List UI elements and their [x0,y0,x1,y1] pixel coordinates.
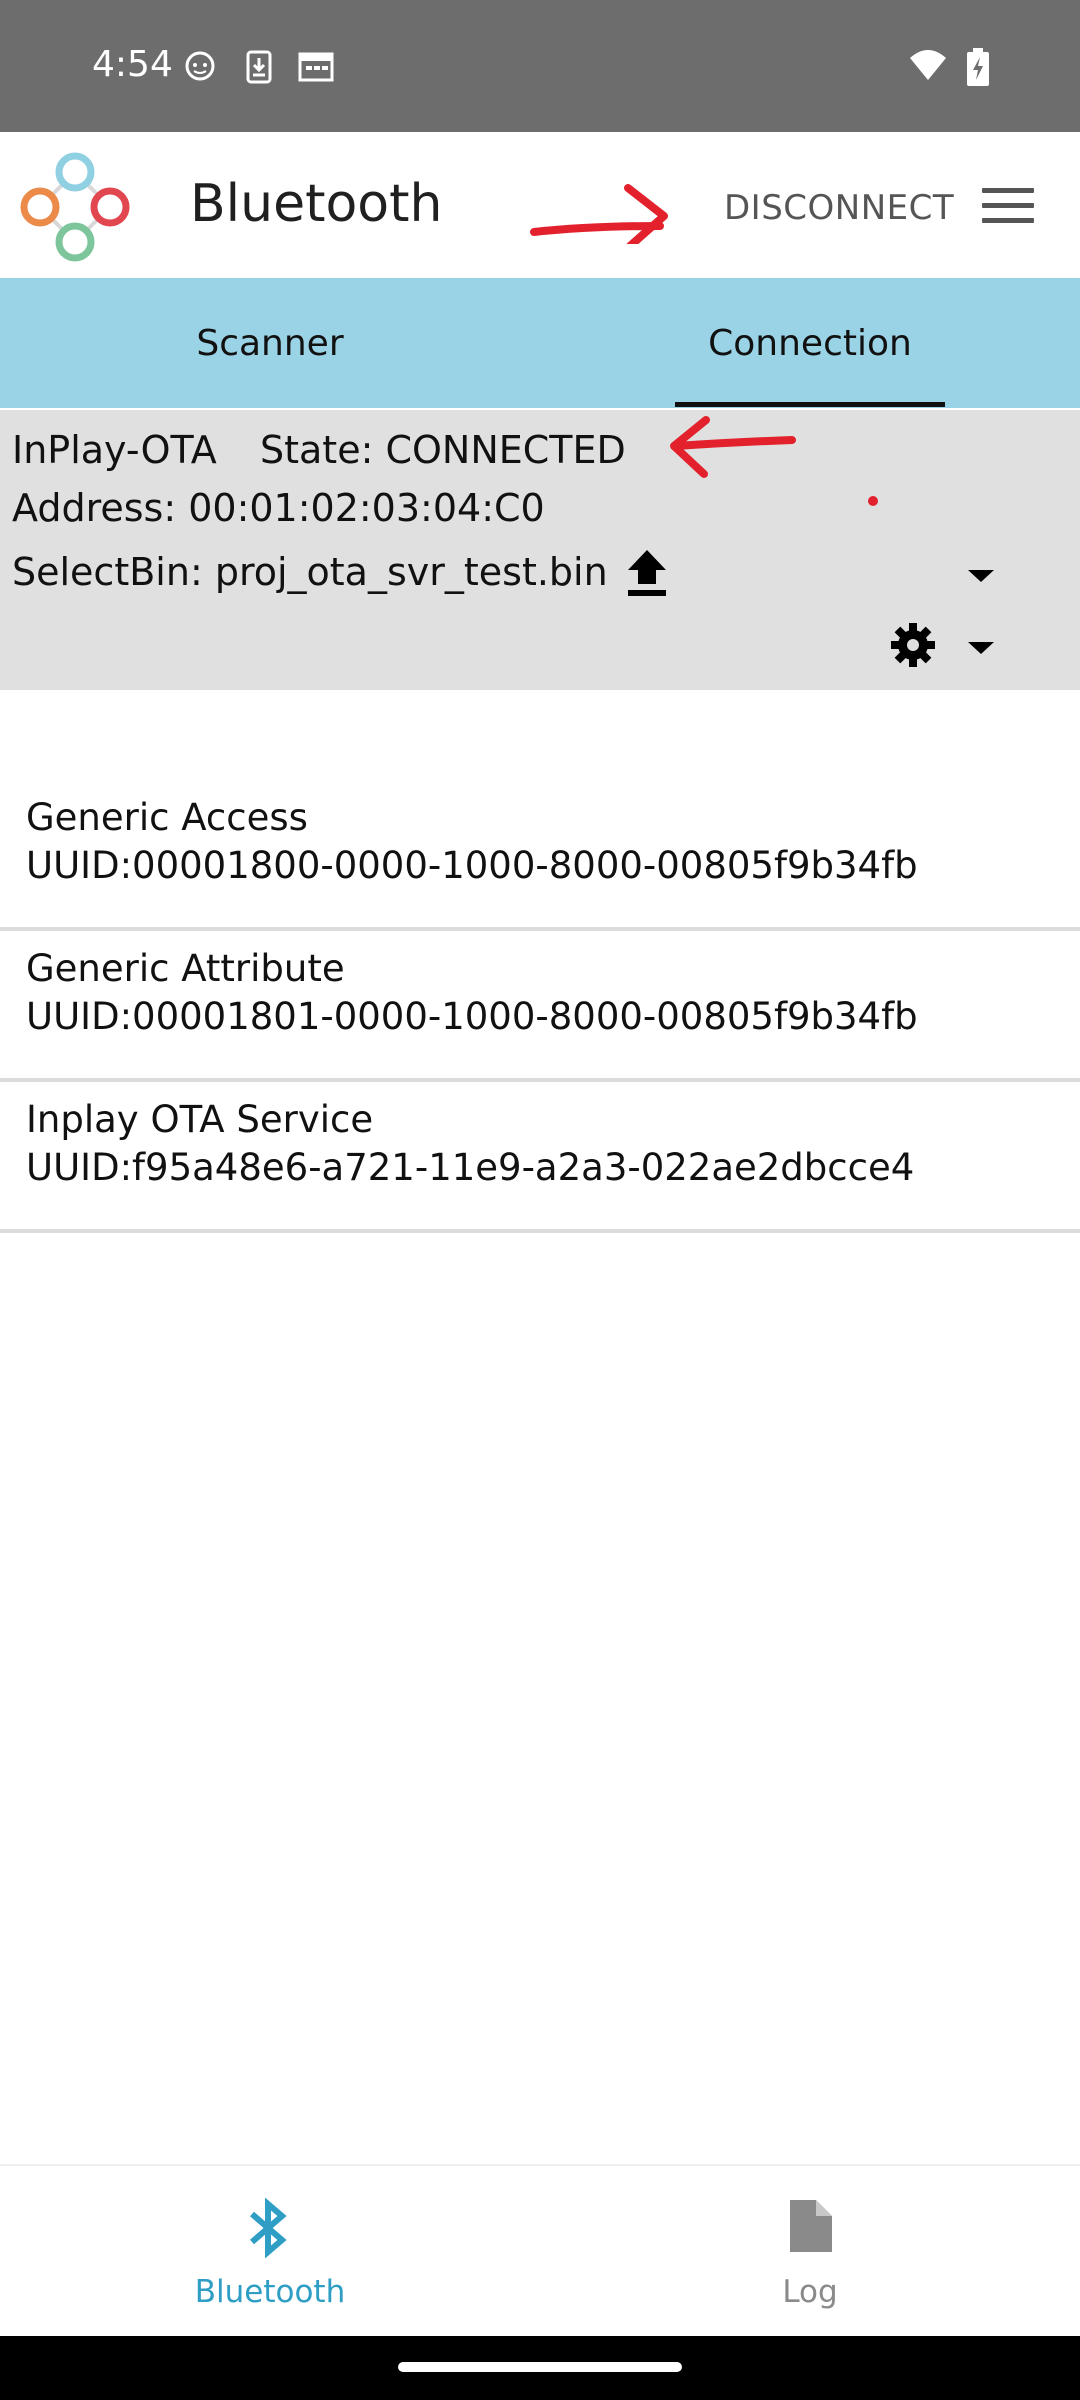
app-title: Bluetooth [190,174,443,234]
bottom-navigation: Bluetooth Log [0,2164,1080,2336]
status-time: 4:54 [92,44,173,85]
nav-item-bluetooth[interactable]: Bluetooth [0,2166,540,2338]
gesture-navigation-bar [0,2336,1080,2400]
list-item[interactable]: Generic Attribute UUID:00001801-0000-100… [0,931,1080,1082]
tab-bar: Scanner Connection [0,278,1080,408]
service-uuid: UUID:f95a48e6-a721-11e9-a2a3-022ae2dbcce… [26,1146,915,1189]
service-uuid: UUID:00001800-0000-1000-8000-00805f9b34f… [26,844,918,887]
connection-info-panel: InPlay-OTA State: CONNECTED Address: 00:… [0,410,1080,690]
red-arrow-annotation-icon [530,184,668,244]
home-gesture-handle[interactable] [398,2362,682,2372]
red-dot-marker [868,496,878,506]
red-arrow-annotation-icon [670,416,796,478]
wifi-icon [910,50,946,80]
connection-state: State: CONNECTED [260,428,626,472]
nav-item-log[interactable]: Log [540,2166,1080,2338]
tab-connection[interactable]: Connection [540,278,1080,408]
service-list: Generic Access UUID:00001800-0000-1000-8… [0,780,1080,1233]
select-bin-label: SelectBin: proj_ota_svr_test.bin [12,550,608,594]
list-item[interactable]: Inplay OTA Service UUID:f95a48e6-a721-11… [0,1082,1080,1233]
service-uuid: UUID:00001801-0000-1000-8000-00805f9b34f… [26,995,918,1038]
app-logo [20,152,130,262]
bluetooth-icon [250,2198,287,2258]
nav-label-log: Log [782,2274,838,2310]
device-address: Address: 00:01:02:03:04:C0 [12,486,545,530]
tab-scanner[interactable]: Scanner [0,278,540,408]
service-name: Generic Attribute [26,947,345,990]
hamburger-menu-icon[interactable] [982,188,1034,228]
nav-label-bluetooth: Bluetooth [194,2274,346,2310]
app-bar: Bluetooth DISCONNECT [0,132,1080,278]
chevron-down-icon[interactable] [966,640,996,656]
status-bar: 4:54 [0,0,1080,132]
disconnect-button[interactable]: DISCONNECT [724,188,954,228]
cat-notification-icon [185,51,215,81]
list-item[interactable]: Generic Access UUID:00001800-0000-1000-8… [0,780,1080,931]
tab-selected-indicator [675,402,945,407]
chevron-down-icon[interactable] [966,568,996,584]
service-name: Inplay OTA Service [26,1098,374,1141]
device-name: InPlay-OTA [12,428,217,472]
upload-icon[interactable] [624,548,670,598]
calendar-icon [298,52,334,82]
document-icon [790,2200,832,2252]
service-name: Generic Access [26,796,308,839]
battery-charging-icon [967,48,989,86]
gear-icon[interactable] [890,622,936,668]
download-icon [246,50,272,84]
